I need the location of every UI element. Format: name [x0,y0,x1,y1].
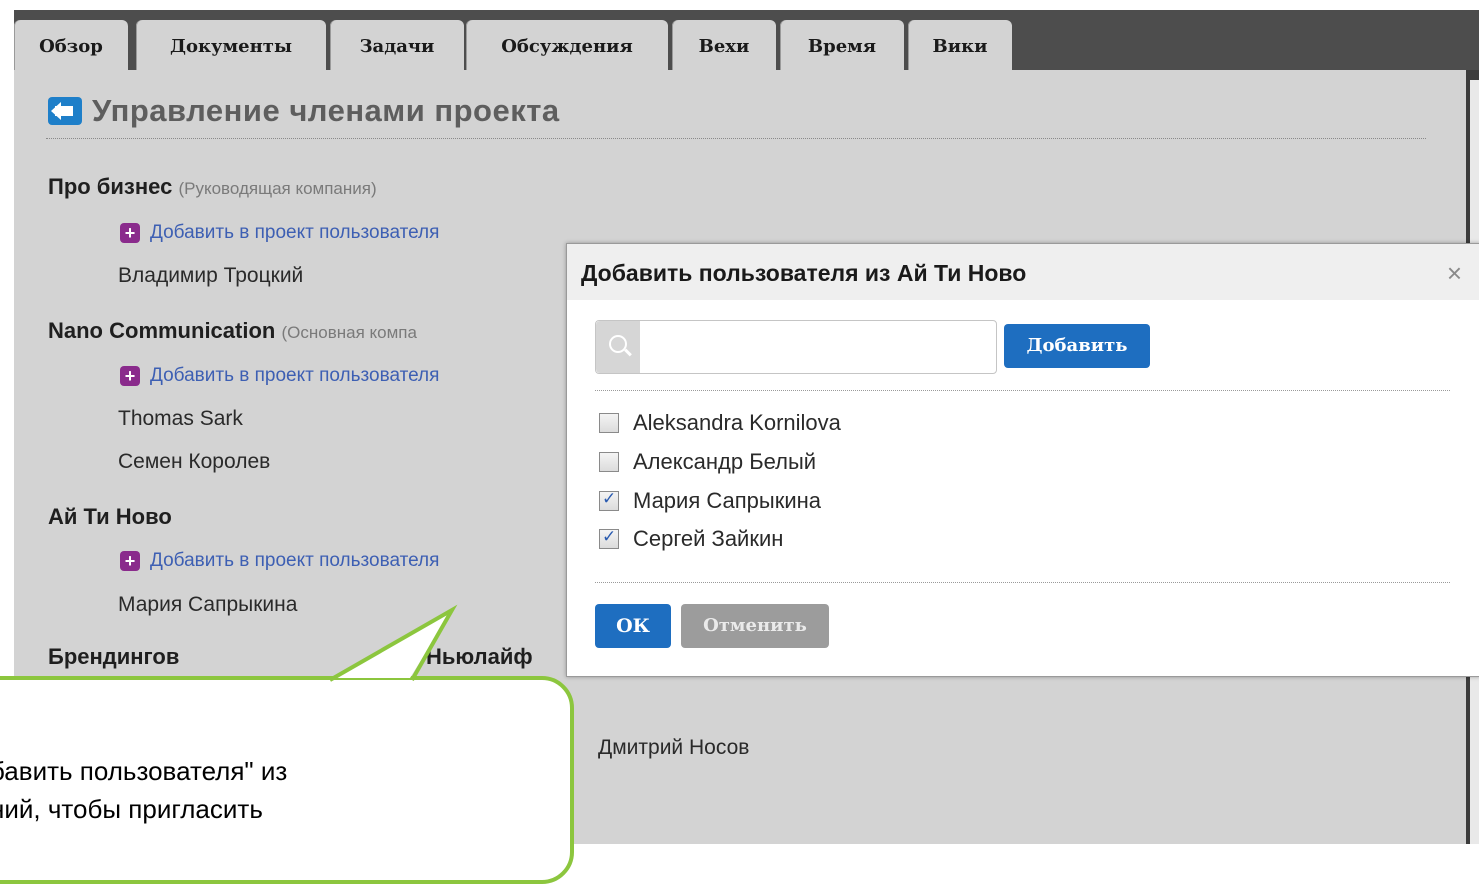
divider [595,582,1450,583]
tab-wiki[interactable]: Вики [908,20,1012,70]
checkbox[interactable] [599,413,619,433]
checkbox-checked[interactable] [599,489,619,511]
callout-line: ний, чтобы пригласить [0,794,263,824]
checkbox-checked[interactable] [599,527,619,549]
dialog-header: Добавить пользователя из Ай Ти Ново × [567,244,1479,300]
checkbox[interactable] [599,452,619,472]
plus-icon: + [120,366,140,386]
plus-icon: + [120,551,140,571]
user-option-label: Aleksandra Kornilova [633,410,841,435]
user-option[interactable]: Сергей Зайкин [599,526,783,552]
callout-line: бавить пользователя" из [0,756,288,786]
top-margin-overlay [0,0,1479,10]
tab-overview[interactable]: Обзор [14,20,128,70]
company-title: Про бизнес [48,174,173,199]
tab-discussions[interactable]: Обсуждения [466,20,668,70]
tab-milestones[interactable]: Вехи [672,20,776,70]
close-icon[interactable]: × [1447,258,1462,289]
plus-icon: + [120,223,140,243]
company-name: Ай Ти Ново [48,504,172,530]
add-user-link[interactable]: + Добавить в проект пользователя [120,222,439,244]
user-option[interactable]: Мария Сапрыкина [599,488,821,514]
user-option[interactable]: Александр Белый [599,449,816,475]
ok-button[interactable]: ОК [595,604,671,648]
add-user-link[interactable]: + Добавить в проект пользователя [120,550,439,572]
add-button[interactable]: Добавить [1004,324,1150,368]
user-option[interactable]: Aleksandra Kornilova [599,410,841,436]
page-title-text: Управление членами проекта [92,93,560,128]
search-input[interactable] [642,323,990,371]
cancel-button[interactable]: Отменить [681,604,829,648]
dialog-title: Добавить пользователя из Ай Ти Ново [581,260,1027,286]
tab-time[interactable]: Время [780,20,904,70]
add-user-dialog: Добавить пользователя из Ай Ти Ново × До… [566,243,1479,677]
company-note: (Основная компа [281,323,417,342]
tab-tasks[interactable]: Задачи [330,20,464,70]
add-user-label: Добавить в проект пользователя [150,550,440,571]
company-title: Nano Communication [48,318,276,343]
company-name: Про бизнес (Руководящая компания) [48,174,377,200]
page-title: Управление членами проекта [48,92,560,130]
search-field [595,320,997,374]
member-name: Семен Королев [118,450,271,473]
member-name: Thomas Sark [118,407,243,430]
divider [595,390,1450,391]
user-option-label: Мария Сапрыкина [633,488,821,513]
partial-company-name: Ньюлайф [426,644,533,669]
member-name: Владимир Троцкий [118,264,304,287]
company-name: Nano Communication (Основная компа [48,318,417,344]
title-divider [46,138,1426,139]
user-option-label: Александр Белый [633,449,817,474]
company-note: (Руководящая компания) [178,179,377,198]
add-user-label: Добавить в проект пользователя [150,222,440,243]
tab-documents[interactable]: Документы [136,20,326,70]
partial-company-name: Брендингов [48,644,180,669]
back-arrow-icon[interactable] [48,97,82,125]
member-name: Мария Сапрыкина [118,593,298,616]
company-title: Ай Ти Ново [48,504,172,529]
user-option-label: Сергей Зайкин [633,526,784,551]
callout-text: бавить пользователя" из ний, чтобы пригл… [0,752,287,828]
search-icon [596,321,640,373]
member-name: Дмитрий Носов [598,736,750,759]
add-user-link[interactable]: + Добавить в проект пользователя [120,365,439,387]
add-user-label: Добавить в проект пользователя [150,365,440,386]
